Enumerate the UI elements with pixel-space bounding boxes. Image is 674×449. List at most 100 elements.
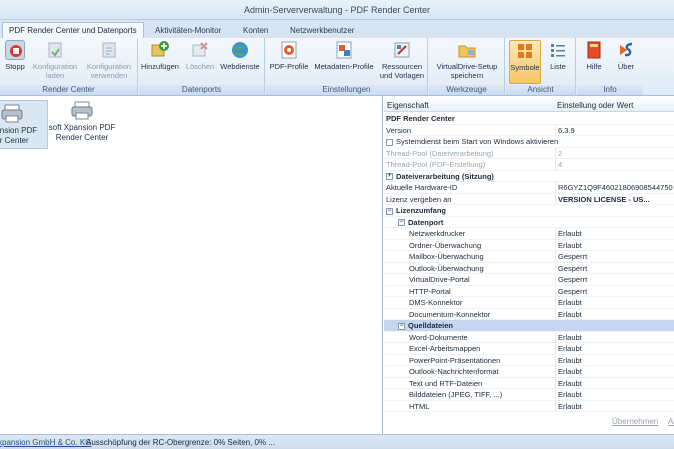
row-value: Erlaubt bbox=[555, 239, 582, 250]
grid-row[interactable]: Bilddateien (JPEG, TIFF, ...) Erlaubt bbox=[384, 389, 674, 401]
load-config-label: Konfiguration laden bbox=[32, 62, 78, 80]
tab-accounts[interactable]: Konten bbox=[236, 22, 275, 38]
row-key: Thread-Pool (Dateiverarbeitung) bbox=[386, 148, 494, 158]
tab-render-center[interactable]: PDF Render Center und Datenports bbox=[2, 22, 144, 38]
render-center-item-2[interactable]: soft Xpansion PDF Render Center bbox=[46, 100, 118, 143]
grid-row[interactable]: Documentum-Konnektor Erlaubt bbox=[384, 308, 674, 320]
metadata-profiles-button[interactable]: Metadaten-Profile bbox=[312, 40, 376, 84]
grid-row[interactable]: Systemdienst beim Start von Windows akti… bbox=[384, 136, 674, 148]
grid-row[interactable]: VirtualDrive-Portal Gesperrt bbox=[384, 274, 674, 286]
row-key: Lizenzumfang bbox=[396, 206, 446, 215]
about-button[interactable]: Über bbox=[611, 40, 641, 84]
row-value: Erlaubt bbox=[555, 228, 582, 239]
property-grid: Eigenschaft Einstellung oder Wert PDF Re… bbox=[384, 96, 674, 434]
ribbon: Stopp Konfiguration laden Konfiguration … bbox=[0, 38, 674, 96]
row-value: Erlaubt bbox=[555, 343, 582, 354]
use-config-icon bbox=[99, 40, 119, 60]
tab-network-users[interactable]: Netzwerkbenutzer bbox=[283, 22, 361, 38]
resources-label: Ressourcen und Vorlagen bbox=[379, 62, 425, 80]
row-key: Dateiverarbeitung (Sitzung) bbox=[396, 171, 494, 181]
webservices-button[interactable]: Webdienste bbox=[219, 40, 261, 84]
row-value: Gesperrt bbox=[555, 262, 587, 273]
row-key: Netzwerkdrucker bbox=[409, 229, 466, 238]
row-value: Gesperrt bbox=[555, 285, 587, 296]
grid-row[interactable]: Outlook-Nachrichtenformat Erlaubt bbox=[384, 366, 674, 378]
group-render-center: Stopp Konfiguration laden Konfiguration … bbox=[0, 38, 138, 96]
stop-button[interactable]: Stopp bbox=[0, 40, 30, 84]
row-value: Erlaubt bbox=[555, 354, 582, 365]
grid-row[interactable]: Aktuelle Hardware-ID R6GYZ1Q9F46021806908… bbox=[384, 182, 674, 194]
grid-row[interactable]: Thread-Pool (PDF-Erstellung) 4 bbox=[384, 159, 674, 171]
add-button[interactable]: Hinzufügen bbox=[141, 40, 179, 84]
row-value: 2 bbox=[555, 147, 562, 158]
grid-row[interactable]: Mailbox-Überwachung Gesperrt bbox=[384, 251, 674, 263]
row-value: Erlaubt bbox=[555, 297, 582, 308]
pdf-profiles-button[interactable]: PDF-Profile bbox=[268, 40, 310, 84]
grid-row-section-selected[interactable]: − Quelldateien bbox=[384, 320, 674, 332]
symbols-view-icon bbox=[515, 41, 535, 61]
row-value: Erlaubt bbox=[555, 308, 582, 319]
column-value: Einstellung oder Wert bbox=[557, 101, 634, 110]
resources-button[interactable]: Ressourcen und Vorlagen bbox=[378, 40, 426, 84]
grid-row[interactable]: Netzwerkdrucker Erlaubt bbox=[384, 228, 674, 240]
row-value: Erlaubt bbox=[555, 331, 582, 342]
row-key: Excel-Arbeitsmappen bbox=[409, 344, 481, 353]
group-label-render-center: Render Center bbox=[0, 85, 137, 95]
group-label-info: Info bbox=[577, 85, 643, 95]
collapse-icon[interactable]: − bbox=[398, 219, 405, 227]
grid-row[interactable]: Excel-Arbeitsmappen Erlaubt bbox=[384, 343, 674, 355]
row-key: Version bbox=[386, 125, 412, 135]
service-autostart-checkbox[interactable] bbox=[386, 138, 393, 146]
row-key: Lizenz vergeben an bbox=[386, 194, 452, 204]
render-center-item-1[interactable]: xpansion PDF er Center bbox=[0, 100, 48, 149]
about-logo-icon bbox=[616, 40, 636, 60]
help-button[interactable]: Hilfe bbox=[579, 40, 609, 84]
grid-row[interactable]: HTTP-Portal Gesperrt bbox=[384, 285, 674, 297]
printer-icon bbox=[1, 103, 23, 123]
grid-row[interactable]: Outlook-Überwachung Gesperrt bbox=[384, 262, 674, 274]
grid-row[interactable]: DMS-Konnektor Erlaubt bbox=[384, 297, 674, 309]
row-key: Datenport bbox=[408, 217, 444, 227]
grid-row-section[interactable]: − Lizenzumfang bbox=[384, 205, 674, 217]
group-label-dataports: Datenports bbox=[139, 85, 264, 95]
symbols-view-button[interactable]: Symbole bbox=[509, 40, 541, 84]
load-config-button[interactable]: Konfiguration laden bbox=[30, 40, 80, 84]
grid-row[interactable]: Ordner-Überwachung Erlaubt bbox=[384, 239, 674, 251]
grid-row[interactable]: Text und RTF-Dateien Erlaubt bbox=[384, 377, 674, 389]
collapse-icon[interactable]: − bbox=[386, 207, 393, 215]
symbols-view-label: Symbole bbox=[510, 63, 540, 72]
apply-link[interactable]: Übernehmen bbox=[612, 417, 658, 426]
collapse-icon[interactable]: − bbox=[398, 322, 405, 330]
delete-icon bbox=[190, 40, 210, 60]
tab-activity-monitor[interactable]: Aktivitäten-Monitor bbox=[148, 22, 228, 38]
list-view-button[interactable]: Liste bbox=[543, 40, 573, 84]
grid-row[interactable]: Thread-Pool (Dateiverarbeitung) 2 bbox=[384, 147, 674, 159]
use-config-button[interactable]: Konfiguration verwenden bbox=[82, 40, 136, 84]
row-key: Systemdienst beim Start von Windows akti… bbox=[396, 137, 559, 146]
help-book-icon bbox=[584, 40, 604, 60]
grid-row-section: PDF Render Center bbox=[384, 113, 674, 125]
row-value: VERSION LICENSE - US... bbox=[555, 193, 650, 204]
grid-row[interactable]: Word-Dokumente Erlaubt bbox=[384, 331, 674, 343]
pdf-profile-icon bbox=[279, 40, 299, 60]
delete-button[interactable]: Löschen bbox=[183, 40, 217, 84]
group-label-tools: Werkzeuge bbox=[429, 85, 504, 95]
help-label: Hilfe bbox=[586, 62, 602, 71]
virtualdrive-setup-button[interactable]: VirtualDrive-Setup speichern bbox=[431, 40, 503, 84]
expand-icon[interactable]: + bbox=[386, 173, 393, 181]
grid-row-section[interactable]: + Dateiverarbeitung (Sitzung) bbox=[384, 171, 674, 182]
grid-row[interactable]: Version 6.3.9 bbox=[384, 124, 674, 136]
grid-row[interactable]: Lizenz vergeben an VERSION LICENSE - US..… bbox=[384, 193, 674, 205]
window-title: Admin-Serververwaltung - PDF Render Cent… bbox=[0, 0, 674, 20]
add-label: Hinzufügen bbox=[141, 62, 179, 71]
row-key: Aktuelle Hardware-ID bbox=[386, 183, 458, 192]
row-key: Documentum-Konnektor bbox=[409, 309, 491, 319]
cancel-link[interactable]: Ab bbox=[668, 417, 674, 426]
row-key: Outlook-Überwachung bbox=[409, 263, 484, 273]
grid-row[interactable]: PowerPoint-Präsentationen Erlaubt bbox=[384, 354, 674, 366]
grid-row-section[interactable]: − Datenport bbox=[384, 217, 674, 228]
company-link[interactable]: xpansion GmbH & Co. KG bbox=[0, 435, 91, 449]
group-info: Hilfe Über Info bbox=[577, 38, 643, 96]
grid-row[interactable]: HTML Erlaubt bbox=[384, 400, 674, 412]
row-key: Thread-Pool (PDF-Erstellung) bbox=[386, 160, 486, 169]
